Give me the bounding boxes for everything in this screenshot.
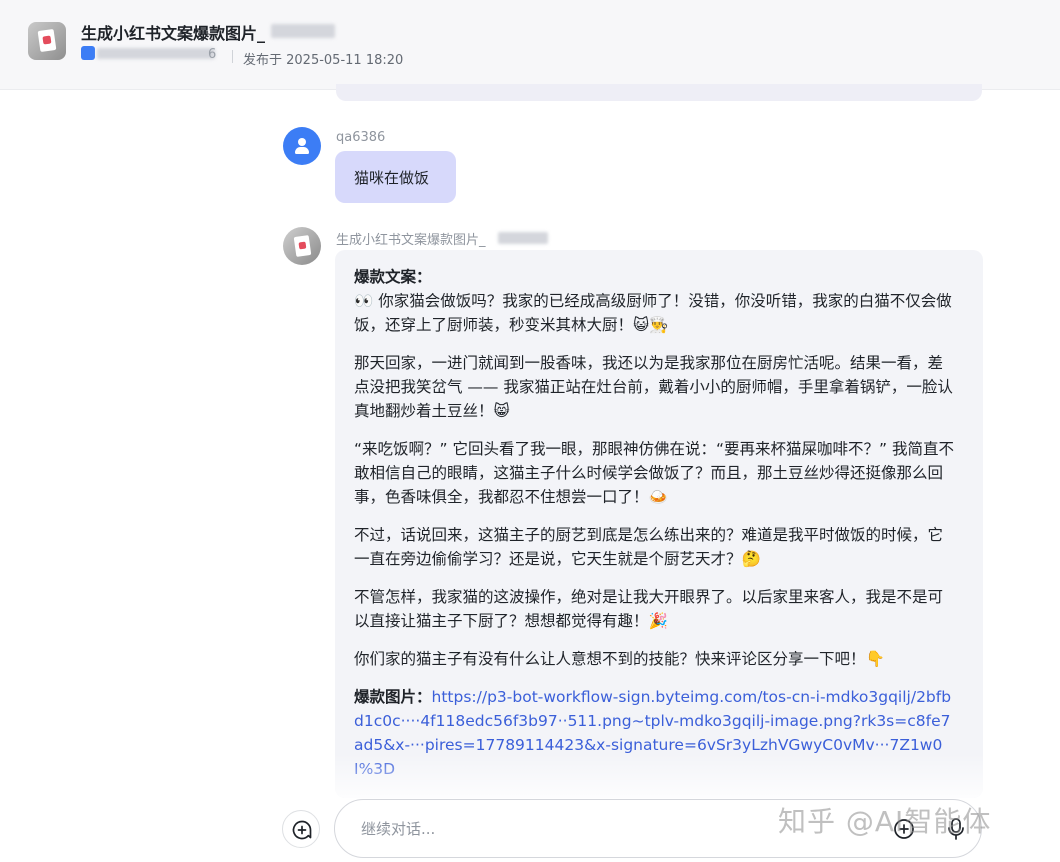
copy-paragraph-2: 那天回家，一进门就闻到一股香味，我还以为是我家那位在厨房忙活呢。结果一看，差点没… [354, 354, 953, 420]
user-name: qa6386 [336, 130, 386, 145]
copy-paragraph-1: 👀 你家猫会做饭吗？我家的已经成高级厨师了！没错，你没听错，我家的白猫不仅会做饭… [354, 292, 952, 334]
redacted-title-suffix [271, 24, 335, 38]
copy-paragraph-5: 不管怎样，我家猫的这波操作，绝对是让我大开眼界了。以后家里来客人，我是不是可以直… [354, 588, 944, 630]
chat-input[interactable] [361, 817, 841, 841]
author-badge-icon [81, 46, 95, 60]
new-chat-button[interactable] [282, 810, 320, 848]
bot-message-avatar [283, 227, 321, 265]
user-avatar-icon [283, 127, 321, 165]
copy-paragraph-6: 你们家的猫主子有没有什么让人意想不到的技能？快来评论区分享一下吧！👇 [354, 650, 885, 668]
user-message-bubble: 猫咪在做饭 [335, 151, 456, 203]
bot-avatar[interactable] [28, 22, 66, 60]
redacted-bot-name-suffix [498, 232, 548, 244]
author-suffix: 6 [208, 47, 217, 62]
previous-message-bubble [336, 84, 982, 101]
header-divider [232, 50, 233, 63]
bot-title: 生成小红书文案爆款图片_ [81, 24, 266, 43]
image-label: 爆款图片： [354, 688, 432, 706]
redacted-author-name [97, 48, 215, 59]
chat-header: 生成小红书文案爆款图片_ 6 发布于 2025-05-11 18:20 [0, 0, 1060, 90]
watermark: 知乎 @AI智能体 [778, 805, 992, 838]
scroll-fade [335, 754, 983, 798]
copy-paragraph-4: 不过，话说回来，这猫主子的厨艺到底是怎么练出来的？难道是我平时做饭的时候，它一直… [354, 526, 944, 568]
copy-paragraph-3: “来吃饭啊？” 它回头看了我一眼，那眼神仿佛在说：“要再来杯猫屎咖啡不？” 我简… [354, 440, 954, 506]
bot-message-bubble: 爆款文案： 👀 你家猫会做饭吗？我家的已经成高级厨师了！没错，你没听错，我家的白… [335, 250, 983, 798]
bot-message-content: 爆款文案： 👀 你家猫会做饭吗？我家的已经成高级厨师了！没错，你没听错，我家的白… [354, 265, 958, 795]
copy-label: 爆款文案： [354, 268, 432, 286]
new-chat-icon [292, 820, 312, 840]
publish-time: 发布于 2025-05-11 18:20 [243, 53, 404, 68]
bot-message-name: 生成小红书文案爆款图片_ [336, 233, 486, 248]
copy-block: 爆款文案： 👀 你家猫会做饭吗？我家的已经成高级厨师了！没错，你没听错，我家的白… [354, 265, 958, 337]
